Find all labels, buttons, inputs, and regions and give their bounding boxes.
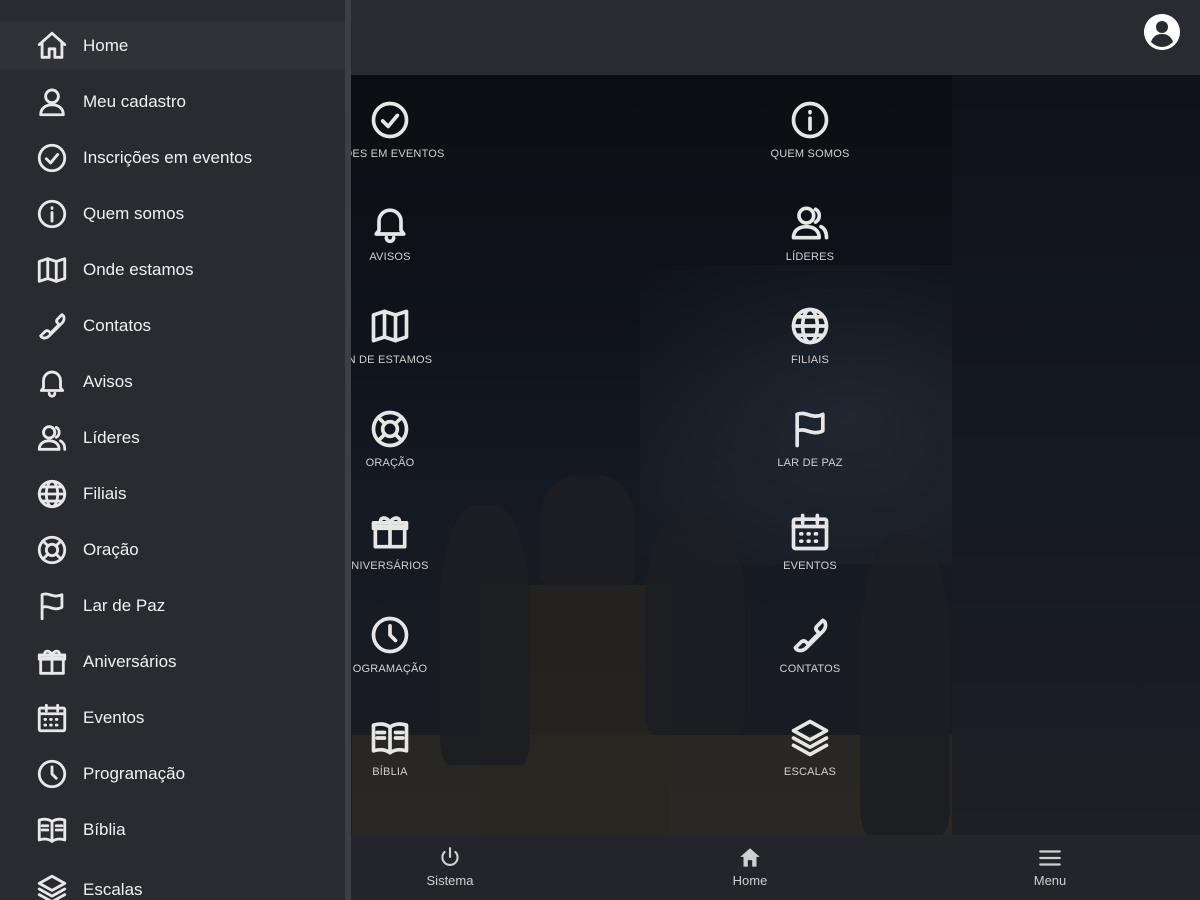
drawer-item-escalas[interactable]: Escalas — [0, 862, 345, 900]
globe-icon — [791, 307, 829, 345]
grid-tile-lar-de-paz[interactable]: LAR DE PAZ — [700, 407, 920, 507]
drawer-item-label: Contatos — [83, 316, 152, 335]
clock-icon — [371, 616, 409, 654]
user-icon — [39, 88, 65, 117]
bell-icon — [374, 208, 406, 244]
hamburger-menu-icon — [1039, 850, 1061, 866]
drawer-item-label: Avisos — [83, 372, 133, 391]
drawer-item-avisos[interactable]: Avisos — [0, 358, 345, 406]
check-circle-icon — [37, 143, 67, 173]
layers-icon — [791, 719, 829, 757]
bottom-nav-home[interactable]: Home — [690, 845, 810, 888]
grid-tile-label: CONTATOS — [779, 663, 841, 675]
flag-icon — [40, 592, 64, 621]
bottom-nav-sistema[interactable]: Sistema — [390, 845, 510, 888]
drawer-item-label: Escalas — [83, 880, 143, 899]
power-icon — [441, 847, 459, 867]
globe-icon — [37, 479, 67, 509]
navigation-drawer: Home Meu cadastro Inscrições em eventos … — [0, 0, 345, 900]
grid-tile-lideres[interactable]: LÍDERES — [700, 201, 920, 301]
grid-tile-label: ESCALAS — [783, 766, 837, 778]
grid-tile-label: FILIAIS — [790, 354, 830, 366]
drawer-item-label: Meu cadastro — [83, 92, 186, 111]
drawer-item-contatos[interactable]: Contatos — [0, 302, 345, 350]
flag-icon — [795, 411, 825, 448]
grid-tile-quem-somos[interactable]: QUEM SOMOS — [700, 98, 920, 198]
home-icon — [37, 31, 67, 59]
grid-tile-contatos[interactable]: CONTATOS — [700, 613, 920, 713]
map-icon — [371, 309, 409, 343]
drawer-item-biblia[interactable]: Bíblia — [0, 806, 345, 854]
drawer-item-oracao[interactable]: Oração — [0, 526, 345, 574]
users-icon — [37, 425, 67, 451]
bell-icon — [39, 370, 65, 398]
users-icon — [791, 206, 829, 240]
phone-icon — [39, 313, 66, 340]
calendar-icon — [791, 513, 829, 551]
drawer-item-label: Filiais — [83, 484, 127, 503]
drawer-item-lideres[interactable]: Líderes — [0, 414, 345, 462]
book-icon — [371, 722, 409, 755]
drawer-item-label: Lar de Paz — [83, 596, 166, 615]
drawer-item-label: Programação — [83, 764, 186, 783]
lifebuoy-icon — [37, 535, 67, 565]
bottom-nav-label: Sistema — [426, 873, 474, 888]
book-icon — [37, 817, 67, 843]
drawer-item-label: Eventos — [83, 708, 145, 727]
drawer-item-label: Onde estamos — [83, 260, 194, 279]
account-avatar-icon[interactable] — [1144, 14, 1180, 50]
drawer-item-label: Aniversários — [83, 652, 177, 671]
map-icon — [37, 257, 67, 283]
drawer-item-meu-cadastro[interactable]: Meu cadastro — [0, 78, 345, 126]
calendar-icon — [37, 703, 67, 733]
drawer-item-label: Home — [83, 36, 129, 55]
drawer-item-label: Inscrições em eventos — [83, 148, 253, 167]
grid-tile-filiais[interactable]: FILIAIS — [700, 304, 920, 404]
gift-icon — [371, 516, 409, 549]
drawer-item-programacao[interactable]: Programação — [0, 750, 345, 798]
drawer-item-eventos[interactable]: Eventos — [0, 694, 345, 742]
grid-tile-eventos[interactable]: EVENTOS — [700, 510, 920, 610]
phone-icon — [793, 618, 828, 653]
bottom-nav-menu[interactable]: Menu — [990, 845, 1110, 888]
lifebuoy-icon — [371, 410, 409, 448]
drawer-item-home[interactable]: Home — [0, 22, 345, 70]
drawer-item-label: Oração — [83, 540, 139, 559]
drawer-item-label: Bíblia — [83, 820, 126, 839]
grid-tile-label: EVENTOS — [783, 560, 837, 572]
gift-icon — [37, 649, 67, 675]
info-icon — [37, 199, 67, 229]
grid-tile-escalas[interactable]: ESCALAS — [700, 716, 920, 816]
drawer-item-filiais[interactable]: Filiais — [0, 470, 345, 518]
drawer-item-label: Quem somos — [83, 204, 185, 223]
bottom-nav-label: Menu — [1033, 873, 1067, 888]
drawer-scrollbar[interactable] — [345, 0, 351, 900]
drawer-item-aniversarios[interactable]: Aniversários — [0, 638, 345, 686]
grid-tile-label: QUEM SOMOS — [770, 148, 850, 160]
drawer-item-lar-de-paz[interactable]: Lar de Paz — [0, 582, 345, 630]
drawer-item-label: Líderes — [83, 428, 140, 447]
grid-tile-label: LÍDERES — [785, 251, 835, 263]
info-icon — [791, 101, 829, 139]
bottom-nav-label: Home — [732, 873, 768, 888]
drawer-item-onde-estamos[interactable]: Onde estamos — [0, 246, 345, 294]
check-circle-icon — [371, 101, 409, 139]
drawer-item-inscricoes[interactable]: Inscrições em eventos — [0, 134, 345, 182]
clock-icon — [37, 759, 67, 789]
home-icon — [740, 848, 760, 867]
grid-tile-label: LAR DE PAZ — [777, 457, 843, 469]
drawer-item-quem-somos[interactable]: Quem somos — [0, 190, 345, 238]
layers-icon — [37, 874, 67, 900]
